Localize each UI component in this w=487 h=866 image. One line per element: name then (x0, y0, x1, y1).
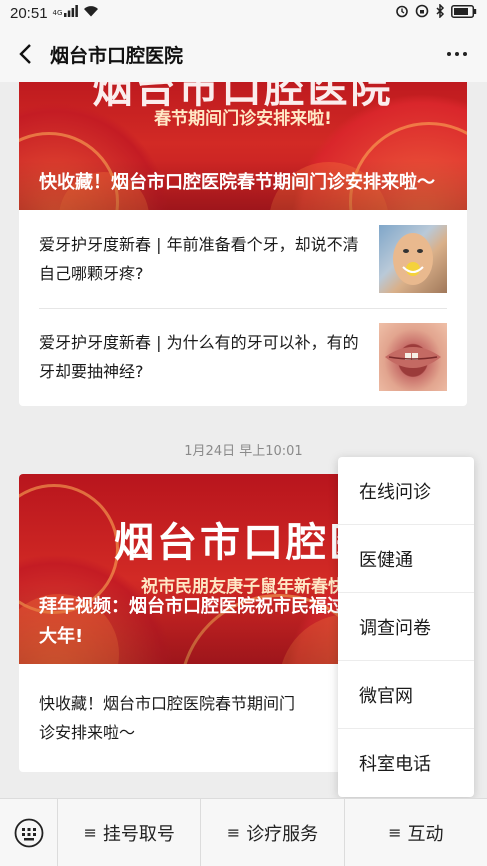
menu-button-interaction[interactable]: ≡ 互动 (345, 799, 487, 866)
man-biting-lemon-image (379, 225, 447, 293)
keyboard-toggle-button[interactable] (0, 798, 58, 866)
title-bar: 烟台市口腔医院 (0, 26, 487, 82)
article-title: 爱牙护牙度新春 | 年前准备看个牙，却说不清自己哪颗牙疼? (39, 235, 359, 283)
wifi-icon (83, 5, 99, 21)
page-title: 烟台市口腔医院 (50, 44, 184, 67)
more-dot (463, 52, 467, 56)
battery-icon (451, 4, 477, 22)
banner-caption: 快收藏！烟台市口腔医院春节期间门诊安排来啦～ (19, 160, 467, 210)
popup-submenu: 在线问诊 医健通 调查问卷 微官网 科室电话 (338, 457, 474, 797)
network-type-label: 4G (52, 8, 63, 17)
list-item[interactable]: 爱牙护牙度新春 | 年前准备看个牙，却说不清自己哪颗牙疼? (19, 210, 467, 308)
banner-article[interactable]: 烟台市口腔医院 春节期间门诊安排来啦! 快收藏！烟台市口腔医院春节期间门诊安排来… (19, 82, 467, 210)
more-dot (455, 52, 459, 56)
menu-button-registration[interactable]: ≡ 挂号取号 (58, 798, 202, 866)
article-title: 爱牙护牙度新春 | 为什么有的牙可以补，有的牙却要抽神经? (39, 333, 359, 381)
menu-item-online-consult[interactable]: 在线问诊 (338, 457, 474, 525)
more-dots-icon (447, 52, 451, 56)
menu-button-label: 挂号取号 (102, 823, 175, 845)
menu-button-label: 诊疗服务 (246, 823, 319, 845)
menu-lines-icon: ≡ (83, 823, 97, 842)
signal-icon (64, 5, 79, 21)
bottom-menu-bar: ≡ 挂号取号 ≡ 诊疗服务 ≡ 互动 (0, 798, 487, 866)
menu-button-services[interactable]: ≡ 诊疗服务 (201, 798, 345, 866)
keyboard-icon (14, 818, 43, 847)
lips-teeth-image (379, 323, 447, 391)
status-bar: 20:51 4G (0, 0, 487, 26)
menu-item-micro-site[interactable]: 微官网 (338, 661, 474, 729)
menu-item-health-pass[interactable]: 医健通 (338, 525, 474, 593)
back-arrow-icon (19, 44, 31, 64)
menu-item-department-phone[interactable]: 科室电话 (338, 729, 474, 797)
list-item[interactable]: 爱牙护牙度新春 | 为什么有的牙可以补，有的牙却要抽神经? (19, 308, 467, 406)
alarm-icon (395, 4, 409, 22)
back-button[interactable] (0, 26, 50, 82)
menu-button-label: 互动 (407, 823, 444, 845)
status-time: 20:51 (10, 4, 48, 22)
article-card: 烟台市口腔医院 春节期间门诊安排来啦! 快收藏！烟台市口腔医院春节期间门诊安排来… (19, 82, 467, 406)
more-button[interactable] (427, 26, 487, 82)
menu-item-survey[interactable]: 调查问卷 (338, 593, 474, 661)
menu-lines-icon: ≡ (226, 823, 241, 842)
bluetooth-icon (435, 3, 445, 22)
banner-subtitle: 春节期间门诊安排来啦! (154, 109, 332, 129)
lock-rotation-icon (415, 4, 429, 22)
menu-lines-icon: ≡ (388, 823, 402, 842)
